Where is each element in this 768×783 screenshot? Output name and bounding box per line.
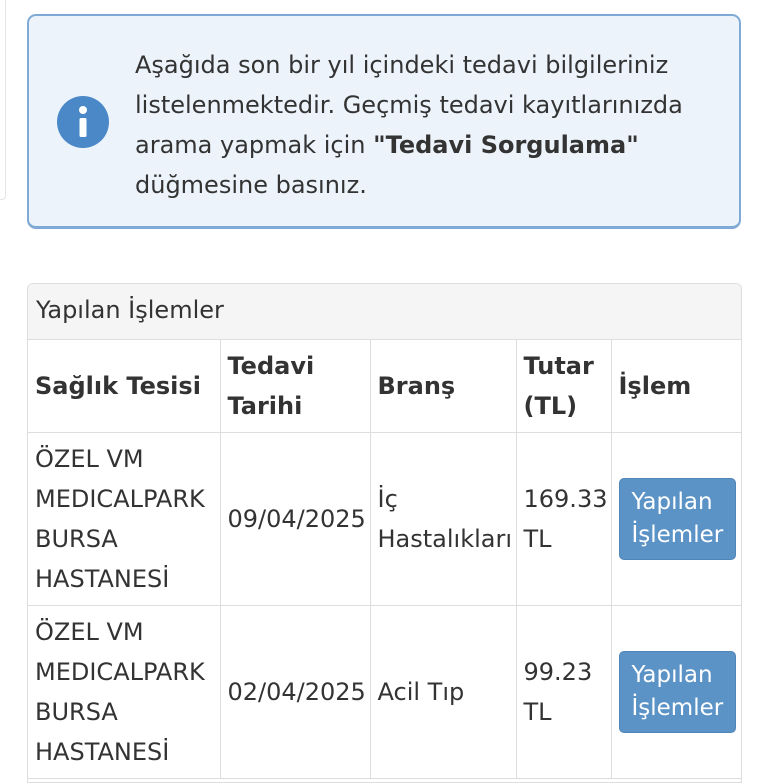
header-line: (TL) — [523, 391, 578, 420]
header-line: Tutar — [523, 351, 594, 380]
facility-line: HASTANESİ — [35, 737, 170, 766]
side-panel-edge — [0, 0, 6, 200]
facility-cell: ÖZEL VM MEDICALPARK BURSA HASTANESİ — [28, 605, 221, 779]
info-alert: Aşağıda son bir yıl içindeki tedavi bilg… — [27, 14, 741, 229]
info-icon — [57, 96, 109, 148]
info-text-span: arama yapmak için — [135, 131, 374, 159]
amount-currency: TL — [523, 697, 552, 726]
facility-line: ÖZEL VM — [35, 617, 144, 646]
header-line: Tarihi — [227, 391, 303, 420]
button-label-line: İşlemler — [631, 694, 724, 721]
button-label-line: Yapılan — [631, 661, 713, 688]
action-cell: Yapılan İşlemler — [611, 432, 741, 606]
facility-line: BURSA — [35, 524, 118, 553]
table-row: ÖZEL VM MEDICALPARK BURSA HASTANESİ 02/0… — [28, 605, 741, 779]
button-label-line: İşlemler — [631, 521, 724, 548]
column-header-branch: Branş — [370, 340, 517, 433]
facility-line: BURSA — [35, 697, 118, 726]
procedures-button[interactable]: Yapılan İşlemler — [618, 650, 737, 733]
panel-title: Yapılan İşlemler — [28, 284, 741, 340]
amount-value: 99.23 — [523, 657, 593, 686]
treatments-table: Sağlık Tesisi Tedavi Tarihi Branş Tutar … — [28, 340, 741, 779]
branch-line: Acil Tıp — [377, 677, 465, 706]
tedavi-sorgulama-reference: "Tedavi Sorgulama" — [373, 131, 639, 159]
table-row: ÖZEL VM MEDICALPARK BURSA HASTANESİ 09/0… — [28, 432, 741, 606]
date-cell: 02/04/2025 — [220, 605, 371, 779]
facility-line: MEDICALPARK — [35, 484, 205, 513]
info-message: Aşağıda son bir yıl içindeki tedavi bilg… — [135, 45, 725, 205]
table-header-row: Sağlık Tesisi Tedavi Tarihi Branş Tutar … — [28, 340, 741, 433]
facility-cell: ÖZEL VM MEDICALPARK BURSA HASTANESİ — [28, 432, 221, 606]
amount-value: 169.33 — [523, 484, 608, 513]
header-line: Tedavi — [227, 351, 315, 380]
facility-line: MEDICALPARK — [35, 657, 205, 686]
date-cell: 09/04/2025 — [220, 432, 371, 606]
facility-line: ÖZEL VM — [35, 444, 144, 473]
column-header-action: İşlem — [611, 340, 741, 433]
facility-line: HASTANESİ — [35, 564, 170, 593]
treatments-panel: Yapılan İşlemler Sağlık Tesisi Tedavi Ta… — [27, 283, 742, 783]
branch-cell: Acil Tıp — [370, 605, 517, 779]
branch-line: İç — [377, 484, 398, 513]
column-header-date: Tedavi Tarihi — [220, 340, 371, 433]
info-line: arama yapmak için "Tedavi Sorgulama" — [135, 125, 725, 165]
branch-cell: İç Hastalıkları — [370, 432, 517, 606]
column-header-amount: Tutar (TL) — [516, 340, 612, 433]
info-line: düğmesine basınız. — [135, 171, 367, 199]
amount-cell: 169.33 TL — [516, 432, 612, 606]
info-line: listelenmektedir. Geçmiş tedavi kayıtlar… — [135, 91, 683, 119]
column-header-facility: Sağlık Tesisi — [28, 340, 221, 433]
info-line: Aşağıda son bir yıl içindeki tedavi bilg… — [135, 51, 669, 79]
amount-currency: TL — [523, 524, 552, 553]
button-label-line: Yapılan — [631, 488, 713, 515]
amount-cell: 99.23 TL — [516, 605, 612, 779]
procedures-button[interactable]: Yapılan İşlemler — [618, 477, 737, 560]
action-cell: Yapılan İşlemler — [611, 605, 741, 779]
branch-line: Hastalıkları — [377, 524, 513, 553]
